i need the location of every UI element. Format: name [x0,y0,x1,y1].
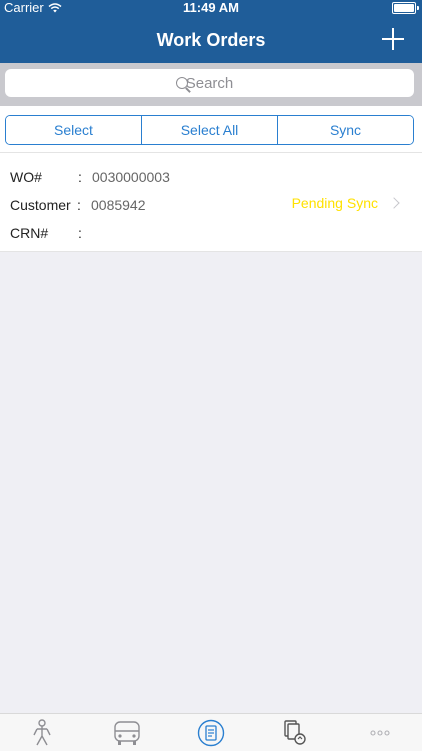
crn-colon: : [78,225,82,241]
battery-level [394,4,414,12]
tab-bar [0,713,422,751]
wo-label: WO# [10,169,42,185]
plus-icon[interactable] [382,28,404,50]
segmented-control: Select Select All Sync [5,115,414,145]
select-all-button[interactable]: Select All [142,116,278,144]
search-bar [0,63,422,106]
status-badge: Pending Sync [291,195,378,211]
work-orders-icon [197,719,225,746]
sync-documents-icon [284,719,307,745]
tab-person[interactable] [0,714,84,751]
wo-colon: : [78,169,82,185]
wo-value: 0030000003 [92,169,170,185]
search-icon [176,77,188,89]
customer-label: Customer [10,197,71,213]
more-icon [370,729,390,736]
crn-label: CRN# [10,225,49,241]
truck-icon [113,720,140,745]
action-bar: Select Select All Sync [0,106,422,152]
person-icon [33,718,51,745]
page-title: Work Orders [156,30,266,50]
tab-work-orders[interactable] [169,714,253,751]
customer-value: 0085942 [91,197,146,213]
search-input[interactable] [5,69,414,97]
select-button[interactable]: Select [6,116,142,144]
battery-icon [392,2,419,14]
nav-bar: Carrier 11:49 AM Work Orders [0,0,422,63]
work-order-row[interactable]: WO# : 0030000003 Customer : 0085942 CRN#… [0,152,422,252]
status-bar: Carrier 11:49 AM [0,0,422,16]
tab-more[interactable] [338,714,422,751]
customer-colon: : [77,197,81,213]
tab-sync-documents[interactable] [253,714,337,751]
chevron-right-icon [388,197,400,209]
sync-button[interactable]: Sync [278,116,413,144]
status-time: 11:49 AM [183,0,239,15]
tab-truck[interactable] [84,714,168,751]
